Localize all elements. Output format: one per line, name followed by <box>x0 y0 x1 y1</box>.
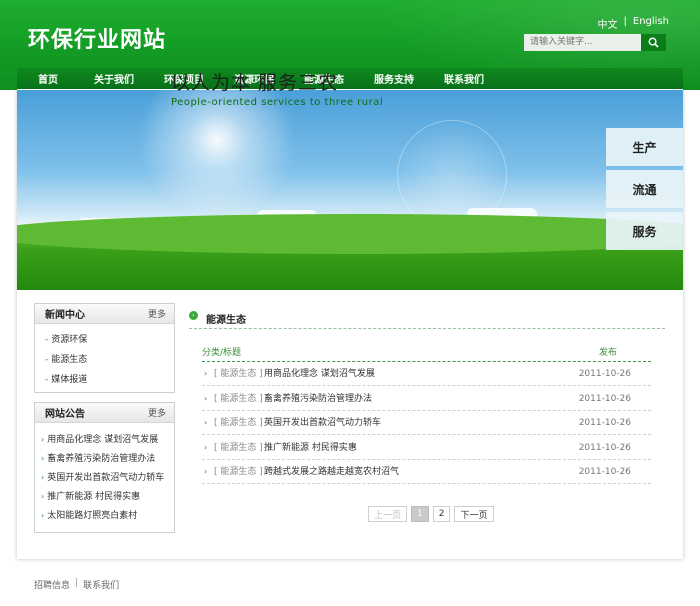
footer-separator: | <box>75 578 79 588</box>
banner-side-tabs: 生产 流通 服务 <box>606 128 683 254</box>
site-title[interactable]: 环保行业网站 <box>28 22 166 54</box>
lang-separator: | <box>623 16 627 27</box>
arrow-right-icon: › <box>204 394 208 403</box>
search-icon <box>648 37 659 48</box>
notice-item[interactable]: › 畜禽养殖污染防治管理办法 <box>35 449 174 468</box>
prev-page-button[interactable]: 上一页 <box>368 506 408 522</box>
grass-field <box>17 214 683 290</box>
row-date: 2011-10-26 <box>578 418 631 428</box>
row-date: 2011-10-26 <box>578 394 631 404</box>
row-title[interactable]: 用商品化理念 谋划沼气发展 <box>264 362 375 386</box>
notice-title: 网站公告 <box>45 409 85 420</box>
notice-item[interactable]: › 推广新能源 村民得实惠 <box>35 487 174 506</box>
nav-home[interactable]: 首页 <box>17 71 79 86</box>
tab-production[interactable]: 生产 <box>606 128 683 166</box>
news-center-title: 新闻中心 <box>45 310 85 321</box>
row-category: [ 能源生态 ] <box>214 369 263 379</box>
notice-header: 网站公告 更多 <box>35 403 174 423</box>
notice-item[interactable]: › 用商品化理念 谋划沼气发展 <box>35 430 174 449</box>
banner-title: 以人为本 服务三农 <box>171 72 339 94</box>
page-2-button[interactable]: 2 <box>432 506 451 522</box>
search-button[interactable] <box>641 34 666 51</box>
nav-contact[interactable]: 联系我们 <box>429 71 499 86</box>
table-row[interactable]: › [ 能源生态 ] 跨越式发展之路越走越宽农村沼气 2011-10-26 <box>202 460 651 484</box>
footer-contact-link[interactable]: 联系我们 <box>83 578 119 591</box>
section-arrow-icon: › <box>189 311 198 320</box>
row-date: 2011-10-26 <box>578 443 631 453</box>
main-nav: 首页 关于我们 环保项目 资源环保 能源生态 服务支持 联系我们 <box>17 68 683 89</box>
sun-glow <box>137 90 297 220</box>
arrow-right-icon: › <box>41 511 45 520</box>
notice-more-link[interactable]: 更多 <box>148 406 166 419</box>
row-category: [ 能源生态 ] <box>214 443 263 453</box>
tab-circulation[interactable]: 流通 <box>606 170 683 208</box>
lang-chinese-link[interactable]: 中文 <box>598 16 618 31</box>
news-center-item[interactable]: - 资源环保 <box>35 330 174 350</box>
table-row[interactable]: › [ 能源生态 ] 畜禽养殖污染防治管理办法 2011-10-26 <box>202 387 651 411</box>
nav-service[interactable]: 服务支持 <box>359 71 429 86</box>
footer-jobs-link[interactable]: 招聘信息 <box>34 578 70 591</box>
section-divider <box>189 328 665 329</box>
row-title[interactable]: 英国开发出首款沼气动力轿车 <box>264 411 381 435</box>
news-center-item[interactable]: - 能源生态 <box>35 350 174 370</box>
arrow-right-icon: › <box>204 369 208 378</box>
row-title[interactable]: 畜禽养殖污染防治管理办法 <box>264 387 372 411</box>
arrow-right-icon: › <box>41 492 45 501</box>
page-1-button[interactable]: 1 <box>411 506 429 522</box>
row-category: [ 能源生态 ] <box>214 467 263 477</box>
arrow-right-icon: › <box>204 443 208 452</box>
news-center-header: 新闻中心 更多 <box>35 304 174 324</box>
hero-banner <box>17 90 683 290</box>
table-row[interactable]: › [ 能源生态 ] 推广新能源 村民得实惠 2011-10-26 <box>202 436 651 460</box>
banner-subtitle: People-oriented services to three rural <box>171 97 384 108</box>
pagination: 上一页 1 2 下一页 <box>368 506 494 522</box>
search-input[interactable] <box>524 34 641 51</box>
arrow-right-icon: › <box>41 435 45 444</box>
news-center-more-link[interactable]: 更多 <box>148 307 166 320</box>
arrow-right-icon: › <box>41 454 45 463</box>
news-center-item[interactable]: - 媒体报道 <box>35 370 174 390</box>
notice-box: 网站公告 更多 › 用商品化理念 谋划沼气发展 › 畜禽养殖污染防治管理办法 › 英国… <box>34 402 175 533</box>
arrow-right-icon: › <box>41 473 45 482</box>
row-title[interactable]: 跨越式发展之路越走越宽农村沼气 <box>264 460 399 484</box>
row-date: 2011-10-26 <box>578 467 631 477</box>
table-row[interactable]: › [ 能源生态 ] 英国开发出首款沼气动力轿车 2011-10-26 <box>202 411 651 435</box>
row-title[interactable]: 推广新能源 村民得实惠 <box>264 436 357 460</box>
notice-item[interactable]: › 英国开发出首款沼气动力轿车 <box>35 468 174 487</box>
section-title: 能源生态 <box>206 315 246 326</box>
notice-item[interactable]: › 太阳能路灯照亮白素村 <box>35 506 174 525</box>
arrow-right-icon: › <box>204 418 208 427</box>
column-header-category: 分类/标题 <box>202 348 242 358</box>
next-page-button[interactable]: 下一页 <box>454 506 494 522</box>
lang-english-link[interactable]: English <box>633 16 669 31</box>
news-center-box: 新闻中心 更多 - 资源环保 - 能源生态 - 媒体报道 <box>34 303 175 393</box>
table-row[interactable]: › [ 能源生态 ] 用商品化理念 谋划沼气发展 2011-10-26 <box>202 362 651 386</box>
language-switch: 中文 | English <box>598 16 669 31</box>
row-category: [ 能源生态 ] <box>214 394 263 404</box>
nav-about[interactable]: 关于我们 <box>79 71 149 86</box>
tab-service[interactable]: 服务 <box>606 212 683 250</box>
search-bar <box>524 34 666 51</box>
row-category: [ 能源生态 ] <box>214 418 263 428</box>
column-header-date: 发布 <box>599 348 618 358</box>
footer-links: 招聘信息 | 联系我们 <box>34 578 119 591</box>
row-date: 2011-10-26 <box>578 369 631 379</box>
arrow-right-icon: › <box>204 467 208 476</box>
